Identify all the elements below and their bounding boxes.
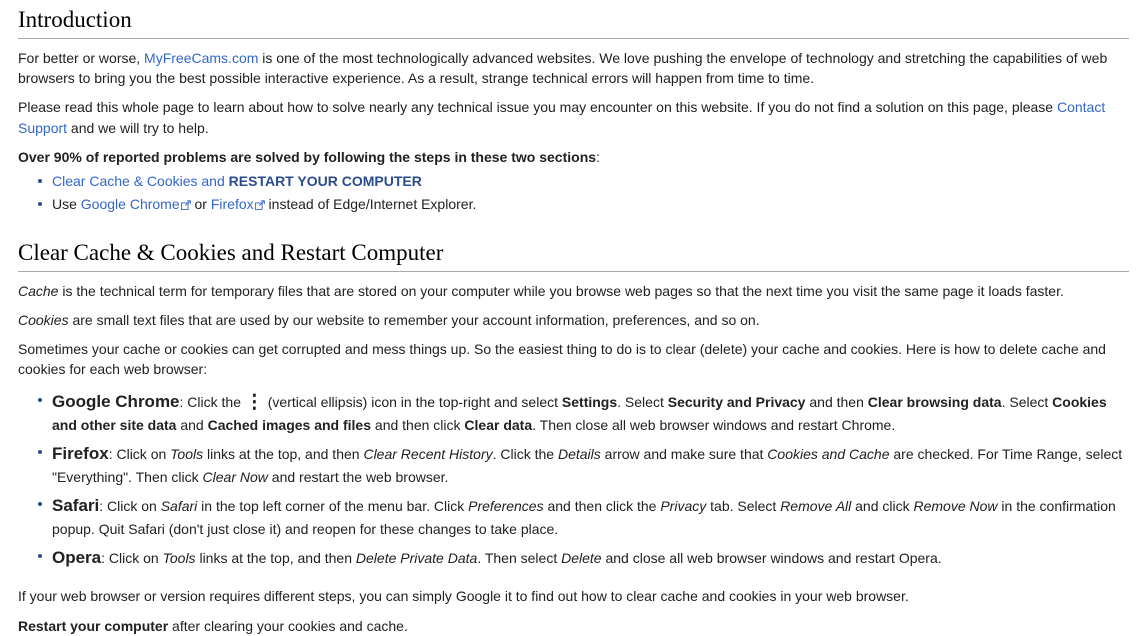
list-item-firefox: Firefox: Click on Tools links at the top… bbox=[38, 441, 1129, 488]
safari-t1: Click on bbox=[107, 497, 161, 514]
chrome-clear-browsing-data-label: Clear browsing data bbox=[867, 393, 1002, 410]
opera-t3: . Then select bbox=[477, 550, 562, 567]
safari-privacy-label: Privacy bbox=[660, 497, 707, 514]
restart-computer-emphasis: RESTART YOUR COMPUTER bbox=[228, 173, 422, 190]
safari-t2: in the top left corner of the menu bar. … bbox=[197, 497, 469, 514]
opera-t2: links at the top, and then bbox=[195, 550, 356, 567]
chrome-t5: . Select bbox=[1001, 393, 1053, 410]
chrome-t4: and then bbox=[805, 393, 868, 410]
browser-name-chrome: Google Chrome bbox=[52, 391, 180, 411]
opera-delete-label: Delete bbox=[561, 550, 602, 567]
browser-name-opera: Opera bbox=[52, 548, 102, 568]
page-title-clear-cache: Clear Cache & Cookies and Restart Comput… bbox=[18, 233, 1129, 272]
opera-t1: Click on bbox=[108, 550, 163, 567]
intro-bullet-list: Clear Cache & Cookies and RESTART YOUR C… bbox=[18, 171, 1129, 214]
safari-t5: and click bbox=[851, 497, 914, 514]
firefox-clear-recent-history-label: Clear Recent History bbox=[363, 445, 493, 462]
cookies-definition-text: are small text files that are used by ou… bbox=[68, 311, 760, 328]
callout-text: Over 90% of reported problems are solved… bbox=[18, 148, 597, 165]
vertical-ellipsis-icon: ⋮ bbox=[244, 391, 264, 413]
chrome-security-privacy-label: Security and Privacy bbox=[667, 393, 806, 410]
cookies-term: Cookies bbox=[18, 311, 69, 328]
chrome-t7: and then click bbox=[371, 416, 465, 433]
opera-tools-label: Tools bbox=[162, 550, 196, 567]
list-item-safari: Safari: Click on Safari in the top left … bbox=[38, 493, 1129, 540]
chrome-t2: (vertical ellipsis) icon in the top-righ… bbox=[263, 393, 562, 410]
safari-remove-now-label: Remove Now bbox=[913, 497, 998, 514]
closing-paragraph: If your web browser or version requires … bbox=[18, 587, 909, 604]
cache-term: Cache bbox=[18, 282, 59, 299]
opera-colon: : bbox=[101, 550, 109, 567]
chrome-cached-images-label: Cached images and files bbox=[207, 416, 372, 433]
bullet-suffix: instead of Edge/Internet Explorer. bbox=[264, 195, 477, 212]
chrome-t3: . Select bbox=[617, 393, 668, 410]
list-item: Clear Cache & Cookies and RESTART YOUR C… bbox=[38, 171, 1129, 191]
firefox-link[interactable]: Firefox bbox=[211, 196, 265, 212]
intro-p1-pre: For better or worse, bbox=[18, 49, 145, 66]
cache-definition-text: is the technical term for temporary file… bbox=[58, 282, 1064, 299]
google-chrome-link-text: Google Chrome bbox=[80, 195, 180, 212]
browser-name-firefox: Firefox bbox=[52, 443, 109, 463]
external-link-icon bbox=[180, 199, 191, 210]
safari-remove-all-label: Remove All bbox=[780, 497, 852, 514]
use-prefix: Use bbox=[52, 195, 81, 212]
browser-name-safari: Safari bbox=[52, 495, 100, 515]
firefox-t4: arrow and make sure that bbox=[600, 445, 768, 462]
cookies-definition-paragraph: Cookies are small text files that are us… bbox=[18, 301, 1129, 330]
intro-p2-pre: Please read this whole page to learn abo… bbox=[18, 99, 1057, 116]
list-item: Use Google Chrome or Firefox instead of … bbox=[38, 194, 1129, 214]
firefox-details-label: Details bbox=[557, 445, 601, 462]
google-chrome-link[interactable]: Google Chrome bbox=[81, 196, 191, 212]
firefox-tools-label: Tools bbox=[170, 445, 204, 462]
restart-computer-note: Restart your computer after clearing you… bbox=[18, 606, 1129, 636]
or-middle: or bbox=[190, 195, 211, 212]
clear-cache-cookies-link[interactable]: Clear Cache & Cookies and RESTART YOUR C… bbox=[52, 173, 422, 189]
clear-instructions-intro: Sometimes your cache or cookies can get … bbox=[18, 341, 1106, 378]
firefox-clear-now-label: Clear Now bbox=[202, 468, 268, 485]
safari-t4: tab. Select bbox=[706, 497, 781, 514]
firefox-t3: . Click the bbox=[492, 445, 558, 462]
clear-cache-link-text: Clear Cache & Cookies and bbox=[52, 173, 229, 190]
intro-paragraph-2: Please read this whole page to learn abo… bbox=[18, 88, 1129, 138]
intro-p2-post: and we will try to help. bbox=[67, 119, 209, 136]
chrome-t6: and bbox=[176, 416, 208, 433]
restart-computer-rest: after clearing your cookies and cache. bbox=[168, 618, 408, 635]
safari-menu-label: Safari bbox=[160, 497, 198, 514]
browser-instructions-list: Google Chrome: Click the ⋮ (vertical ell… bbox=[18, 389, 1129, 571]
safari-preferences-label: Preferences bbox=[468, 497, 544, 514]
opera-t4: and close all web browser windows and re… bbox=[601, 550, 942, 567]
firefox-link-text: Firefox bbox=[210, 195, 254, 212]
chrome-clear-data-label: Clear data bbox=[464, 416, 533, 433]
external-link-icon bbox=[254, 199, 265, 210]
callout-colon: : bbox=[596, 148, 600, 165]
article-body: Introduction For better or worse, MyFree… bbox=[0, 0, 1147, 636]
intro-paragraph-1: For better or worse, MyFreeCams.com is o… bbox=[18, 39, 1129, 89]
cache-definition-paragraph: Cache is the technical term for temporar… bbox=[18, 272, 1129, 301]
safari-t3: and then click the bbox=[543, 497, 661, 514]
safari-colon: : bbox=[99, 497, 108, 514]
list-item-opera: Opera: Click on Tools links at the top, … bbox=[38, 545, 1129, 571]
firefox-t1: Click on bbox=[116, 445, 171, 462]
list-item-google-chrome: Google Chrome: Click the ⋮ (vertical ell… bbox=[38, 389, 1129, 436]
chrome-settings-label: Settings bbox=[561, 393, 618, 410]
myfreecams-link[interactable]: MyFreeCams.com bbox=[144, 50, 258, 66]
opera-delete-private-data-label: Delete Private Data bbox=[355, 550, 478, 567]
restart-computer-bold: Restart your computer bbox=[18, 618, 169, 635]
firefox-t6: and restart the web browser. bbox=[267, 468, 449, 485]
callout-paragraph: Over 90% of reported problems are solved… bbox=[18, 138, 1129, 167]
chrome-t8: . Then close all web browser windows and… bbox=[532, 416, 896, 433]
firefox-t2: links at the top, and then bbox=[203, 445, 364, 462]
page-title-introduction: Introduction bbox=[18, 0, 1129, 39]
firefox-cookies-and-cache-label: Cookies and Cache bbox=[767, 445, 890, 462]
chrome-t1: Click the bbox=[187, 393, 245, 410]
